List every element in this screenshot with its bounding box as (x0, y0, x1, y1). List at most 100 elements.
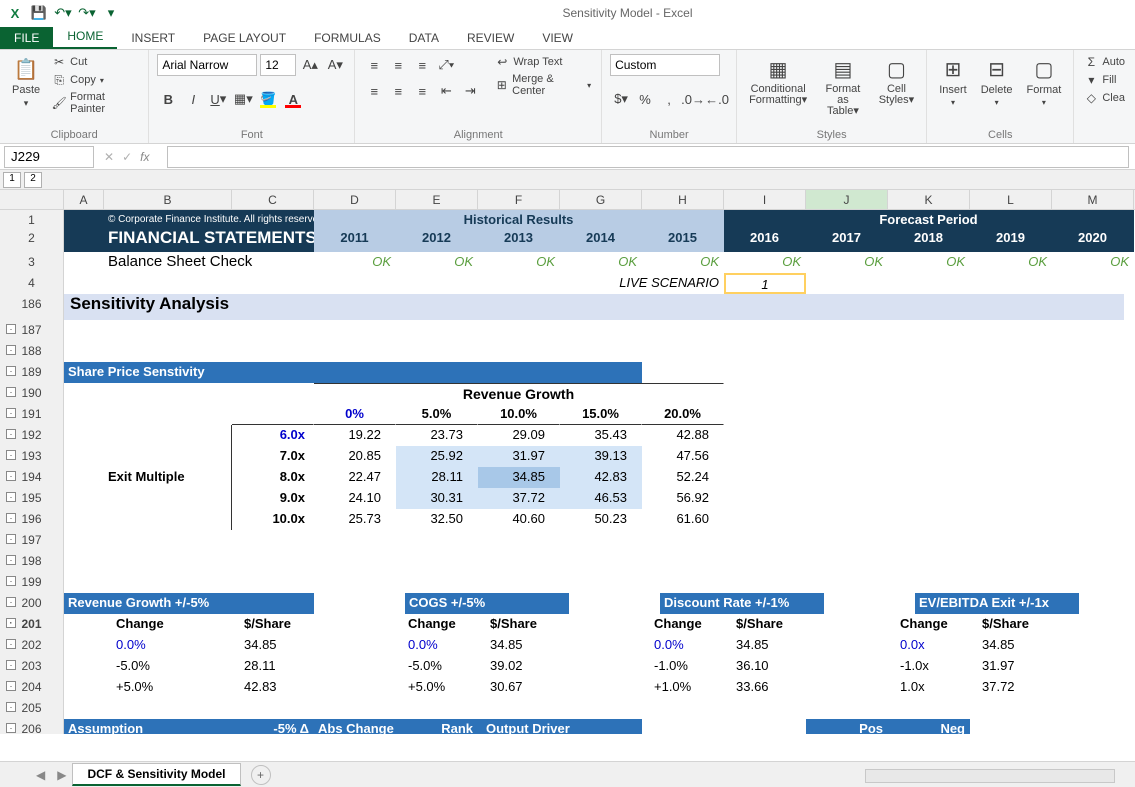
orientation-icon[interactable]: ⤢▾ (435, 54, 457, 76)
tab-home[interactable]: HOME (53, 25, 117, 49)
format-painter-button[interactable]: 🖌Format Painter (50, 90, 140, 116)
number-format-select[interactable] (610, 54, 720, 76)
cell-styles-button[interactable]: ▢CellStyles▾ (875, 54, 918, 108)
outline-dot[interactable]: · (6, 324, 16, 334)
tab-formulas[interactable]: FORMULAS (300, 27, 395, 49)
redo-icon[interactable]: ↷▾ (78, 4, 96, 22)
align-right-icon[interactable]: ≡ (411, 80, 433, 102)
tab-view[interactable]: VIEW (528, 27, 587, 49)
col-K[interactable]: K (888, 190, 970, 209)
col-B[interactable]: B (104, 190, 232, 209)
undo-icon[interactable]: ↶▾ (54, 4, 72, 22)
copy-button[interactable]: ⎘Copy ▾ (50, 72, 140, 88)
outline-dot[interactable]: · (6, 597, 16, 607)
increase-decimal-icon[interactable]: .0→ (682, 88, 704, 110)
col-E[interactable]: E (396, 190, 478, 209)
sheet-tab-active[interactable]: DCF & Sensitivity Model (72, 763, 240, 786)
clear-button[interactable]: ◇Clea (1082, 90, 1127, 106)
outline-dot[interactable]: · (6, 534, 16, 544)
decrease-font-icon[interactable]: A▾ (324, 54, 346, 76)
tab-insert[interactable]: INSERT (117, 27, 189, 49)
col-J[interactable]: J (806, 190, 888, 209)
col-I[interactable]: I (724, 190, 806, 209)
align-left-icon[interactable]: ≡ (363, 80, 385, 102)
outline-level-1[interactable]: 1 (3, 172, 21, 188)
italic-button[interactable]: I (182, 88, 204, 110)
formula-bar[interactable] (167, 146, 1129, 168)
live-scenario-value[interactable]: 1 (724, 273, 806, 294)
col-A[interactable]: A (64, 190, 104, 209)
font-size-select[interactable] (260, 54, 296, 76)
indent-increase-icon[interactable]: ⇥ (459, 80, 481, 102)
align-top-icon[interactable]: ≡ (363, 54, 385, 76)
indent-decrease-icon[interactable]: ⇤ (435, 80, 457, 102)
outline-dot[interactable]: · (6, 429, 16, 439)
outline-dot[interactable]: · (6, 681, 16, 691)
save-icon[interactable]: 💾 (30, 4, 48, 22)
align-bottom-icon[interactable]: ≡ (411, 54, 433, 76)
merge-center-button[interactable]: ⊞Merge & Center ▾ (493, 72, 593, 98)
outline-dot[interactable]: · (6, 555, 16, 565)
wrap-text-button[interactable]: ↩Wrap Text (493, 54, 593, 70)
col-G[interactable]: G (560, 190, 642, 209)
outline-dot[interactable]: · (6, 639, 16, 649)
col-D[interactable]: D (314, 190, 396, 209)
qat-dropdown-icon[interactable]: ▾ (102, 4, 120, 22)
outline-dot[interactable]: · (6, 408, 16, 418)
col-F[interactable]: F (478, 190, 560, 209)
autosum-button[interactable]: ΣAuto (1082, 54, 1127, 70)
tab-file[interactable]: FILE (0, 27, 53, 49)
outline-dot[interactable]: · (6, 618, 16, 628)
outline-dot[interactable]: · (6, 660, 16, 670)
format-as-table-button[interactable]: ▤Format asTable▾ (817, 54, 869, 119)
font-name-select[interactable] (157, 54, 257, 76)
paste-button[interactable]: 📋 Paste ▾ (8, 54, 44, 111)
outline-dot[interactable]: · (6, 471, 16, 481)
font-color-button[interactable]: A (282, 88, 304, 110)
insert-cells-button[interactable]: ⊞Insert▾ (935, 54, 971, 109)
align-center-icon[interactable]: ≡ (387, 80, 409, 102)
currency-icon[interactable]: $▾ (610, 88, 632, 110)
tab-page-layout[interactable]: PAGE LAYOUT (189, 27, 300, 49)
sheet-nav-prev-icon[interactable]: ◀ (30, 768, 51, 782)
fill-button[interactable]: ▾Fill (1082, 72, 1127, 88)
align-middle-icon[interactable]: ≡ (387, 54, 409, 76)
add-sheet-button[interactable]: + (251, 765, 271, 785)
outline-dot[interactable]: · (6, 387, 16, 397)
col-L[interactable]: L (970, 190, 1052, 209)
increase-font-icon[interactable]: A▴ (299, 54, 321, 76)
decrease-decimal-icon[interactable]: ←.0 (706, 88, 728, 110)
fill-color-button[interactable]: 🪣 (257, 88, 279, 110)
delete-cells-button[interactable]: ⊟Delete▾ (977, 54, 1017, 109)
fx-icon[interactable]: fx (140, 150, 157, 164)
outline-dot[interactable]: · (6, 345, 16, 355)
percent-icon[interactable]: % (634, 88, 656, 110)
outline-dot[interactable]: · (6, 702, 16, 712)
underline-button[interactable]: U▾ (207, 88, 229, 110)
conditional-formatting-button[interactable]: ▦ConditionalFormatting▾ (745, 54, 811, 108)
outline-dot[interactable]: · (6, 366, 16, 376)
outline-dot[interactable]: · (6, 450, 16, 460)
horizontal-scrollbar[interactable] (865, 769, 1115, 783)
outline-dot[interactable]: · (6, 576, 16, 586)
enter-formula-icon[interactable]: ✓ (122, 150, 132, 164)
spreadsheet-grid[interactable]: A B C D E F G H I J K L M 1 © Corporate … (0, 190, 1135, 734)
name-box[interactable] (4, 146, 94, 168)
outline-dot[interactable]: · (6, 513, 16, 523)
outline-dot[interactable]: · (6, 492, 16, 502)
comma-icon[interactable]: , (658, 88, 680, 110)
outline-level-2[interactable]: 2 (24, 172, 42, 188)
col-C[interactable]: C (232, 190, 314, 209)
outline-dot[interactable]: · (6, 723, 16, 733)
cut-button[interactable]: ✂Cut (50, 54, 140, 70)
cancel-formula-icon[interactable]: ✕ (104, 150, 114, 164)
select-all-corner[interactable] (0, 190, 64, 209)
col-M[interactable]: M (1052, 190, 1134, 209)
col-H[interactable]: H (642, 190, 724, 209)
tab-data[interactable]: DATA (395, 27, 453, 49)
border-button[interactable]: ▦▾ (232, 88, 254, 110)
bold-button[interactable]: B (157, 88, 179, 110)
tab-review[interactable]: REVIEW (453, 27, 528, 49)
format-cells-button[interactable]: ▢Format▾ (1023, 54, 1066, 109)
sheet-nav-next-icon[interactable]: ▶ (51, 768, 72, 782)
